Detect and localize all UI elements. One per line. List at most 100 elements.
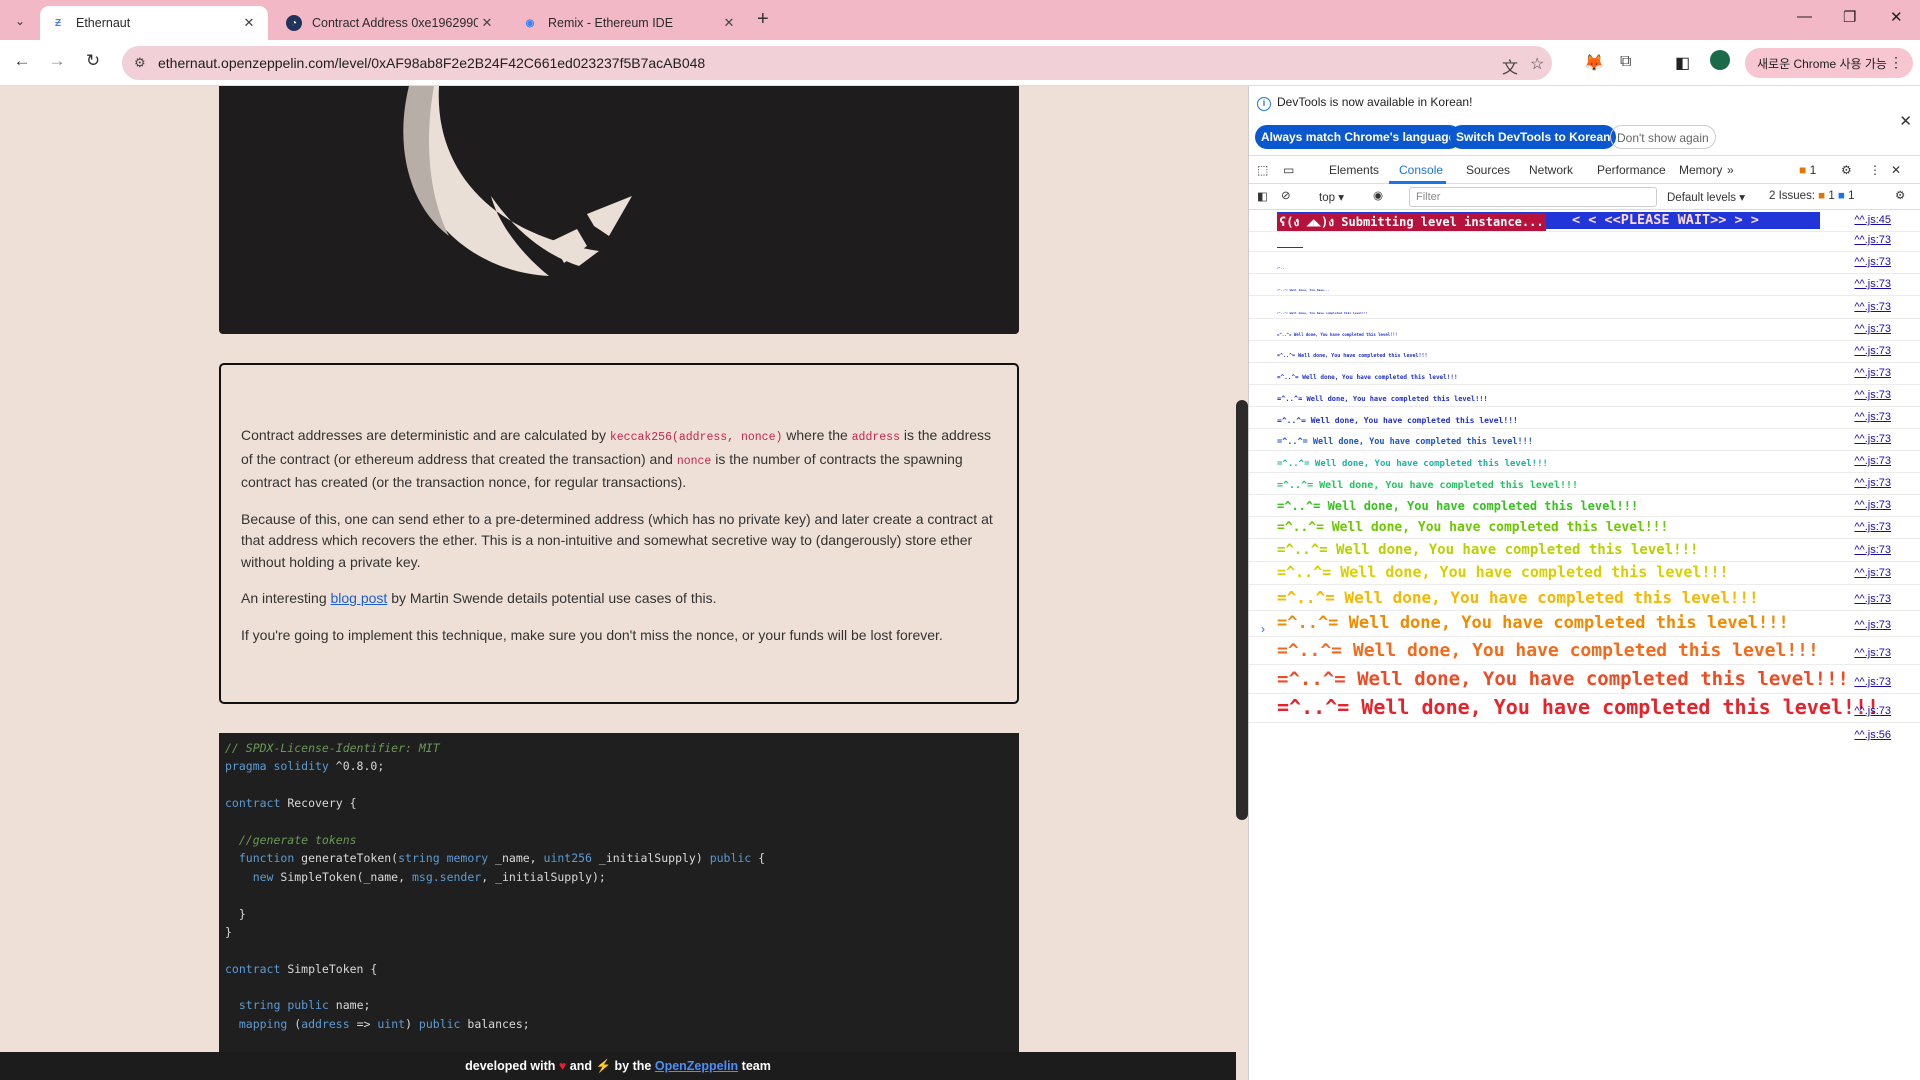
- source-link[interactable]: ^^.js:73: [1854, 301, 1891, 313]
- tab-console[interactable]: Console: [1399, 163, 1443, 177]
- source-link[interactable]: ^^.js:73: [1854, 256, 1891, 268]
- console-row: ^^.js:73: [1249, 232, 1920, 252]
- tab-memory[interactable]: Memory: [1679, 163, 1722, 177]
- close-tab-icon[interactable]: ✕: [240, 15, 258, 31]
- source-link[interactable]: ^^.js:73: [1854, 544, 1891, 556]
- page-scrollbar[interactable]: [1236, 400, 1248, 820]
- source-link[interactable]: ^^.js:73: [1854, 676, 1891, 688]
- more-tabs-icon[interactable]: »: [1727, 163, 1734, 177]
- warning-badge[interactable]: ■ 1: [1799, 163, 1816, 177]
- close-banner-icon[interactable]: ✕: [1899, 112, 1912, 130]
- live-expression-eye-icon[interactable]: ◉: [1373, 188, 1383, 202]
- please-wait-text: < < <<PLEASE WAIT>> > >: [1572, 212, 1759, 228]
- close-window-icon[interactable]: ✕: [1890, 8, 1903, 26]
- console-message: =^..^= Well done, You have completed thi…: [1277, 311, 1368, 315]
- site-info-icon[interactable]: ⚙: [134, 55, 146, 71]
- source-link[interactable]: ^^.js:73: [1854, 567, 1891, 579]
- device-toolbar-icon[interactable]: ▭: [1283, 163, 1294, 177]
- console-message: =^..^= Well done, You have completed thi…: [1277, 437, 1533, 447]
- tab-ethernaut[interactable]: Ƶ Ethernaut ✕: [40, 6, 268, 40]
- source-link[interactable]: ^^.js:73: [1854, 499, 1891, 511]
- source-link[interactable]: ^^.js:45: [1854, 214, 1891, 226]
- sidebar-toggle-icon[interactable]: ◧: [1257, 189, 1268, 203]
- back-arrow-icon[interactable]: ←: [10, 51, 34, 71]
- source-link[interactable]: ^^.js:73: [1854, 705, 1891, 717]
- console-settings-icon[interactable]: ⚙: [1895, 188, 1905, 202]
- source-link[interactable]: ^^.js:73: [1854, 521, 1891, 533]
- minimize-icon[interactable]: —: [1797, 8, 1812, 25]
- console-message: =^..^= Well done, You have completed thi…: [1277, 374, 1458, 381]
- source-link[interactable]: ^^.js:73: [1854, 234, 1891, 246]
- source-link[interactable]: ^^.js:73: [1854, 367, 1891, 379]
- metamask-icon[interactable]: 🦊: [1584, 53, 1604, 73]
- address-bar[interactable]: ⚙ ethernaut.openzeppelin.com/level/0xAF9…: [122, 46, 1552, 80]
- extensions-puzzle-icon[interactable]: ⧉: [1620, 53, 1631, 71]
- source-link[interactable]: ^^.js:73: [1854, 389, 1891, 401]
- tab-sources[interactable]: Sources: [1466, 163, 1510, 177]
- tab-performance[interactable]: Performance: [1597, 163, 1666, 177]
- settings-gear-icon[interactable]: ⚙: [1841, 163, 1852, 177]
- translate-icon[interactable]: 文: [1502, 54, 1518, 78]
- console-row: =^..^= Well done, You have completed thi…: [1249, 296, 1920, 319]
- lightning-icon: ⚡: [595, 1059, 612, 1073]
- code-line: contract SimpleToken {: [225, 961, 378, 976]
- dont-show-again-button[interactable]: Don't show again: [1610, 125, 1716, 149]
- close-devtools-icon[interactable]: ✕: [1891, 163, 1901, 177]
- blog-post-link[interactable]: blog post: [331, 590, 388, 606]
- openzeppelin-link[interactable]: OpenZeppelin: [655, 1059, 738, 1073]
- code-line: // SPDX-License-Identifier: MIT: [225, 741, 440, 755]
- kebab-menu-icon[interactable]: ⋮: [1889, 54, 1903, 71]
- close-tab-icon[interactable]: ✕: [720, 15, 738, 31]
- close-tab-icon[interactable]: ✕: [478, 15, 496, 31]
- source-link[interactable]: ^^.js:73: [1854, 455, 1891, 467]
- inspect-element-icon[interactable]: ⬚: [1257, 163, 1268, 177]
- tab-remix[interactable]: ◉ Remix - Ethereum IDE ✕: [512, 6, 748, 40]
- source-link[interactable]: ^^.js:73: [1854, 345, 1891, 357]
- source-link[interactable]: ^^.js:73: [1854, 619, 1891, 631]
- tab-title: Ethernaut: [76, 16, 131, 30]
- log-levels-select[interactable]: Default levels ▾: [1667, 190, 1745, 204]
- console-row-empty: ^^.js:56: [1249, 723, 1920, 747]
- console-message: =^..^= Well done, You have completed thi…: [1277, 588, 1759, 607]
- source-link[interactable]: ^^.js:73: [1854, 647, 1891, 659]
- console-filter-input[interactable]: Filter: [1409, 187, 1657, 207]
- tab-network[interactable]: Network: [1529, 163, 1573, 177]
- console-prompt-icon[interactable]: ›: [1261, 622, 1265, 636]
- forward-arrow-icon[interactable]: →: [45, 51, 69, 71]
- source-link[interactable]: ^^.js:73: [1854, 433, 1891, 445]
- console-message: =^..^= Well done, You have completed thi…: [1277, 613, 1789, 633]
- side-panel-icon[interactable]: ◧: [1675, 53, 1690, 73]
- source-link[interactable]: ^^.js:56: [1854, 729, 1891, 741]
- browser-toolbar: ← → ↻ ⚙ ethernaut.openzeppelin.com/level…: [0, 40, 1920, 86]
- bookmark-star-icon[interactable]: ☆: [1530, 54, 1544, 74]
- chrome-update-pill[interactable]: 새로운 Chrome 사용 가능 ⋮: [1745, 48, 1913, 78]
- source-link[interactable]: ^^.js:73: [1854, 323, 1891, 335]
- match-language-button[interactable]: Always match Chrome's language: [1255, 125, 1462, 149]
- chevron-down-icon: ⌄: [14, 14, 26, 28]
- clear-console-icon[interactable]: ⊘: [1281, 188, 1291, 202]
- tab-etherscan[interactable]: ◔ Contract Address 0xe1962990 ✕: [276, 6, 506, 40]
- console-row: =^..^= Well done, You have completed thi…: [1249, 341, 1920, 363]
- etherscan-favicon-icon: ◔: [286, 15, 302, 31]
- console-row: =^..^= Well done, You have... ^^.js:73: [1249, 274, 1920, 296]
- source-link[interactable]: ^^.js:73: [1854, 411, 1891, 423]
- reload-icon[interactable]: ↻: [81, 51, 105, 71]
- url-text[interactable]: ethernaut.openzeppelin.com/level/0xAF98a…: [158, 55, 705, 71]
- tab-search-button[interactable]: ⌄: [8, 9, 32, 33]
- source-link[interactable]: ^^.js:73: [1854, 593, 1891, 605]
- console-row: =^..^= Well done, You have completed thi…: [1249, 611, 1920, 637]
- remix-favicon-icon: ◉: [525, 17, 535, 29]
- console-message: =^..^= Well done, You have completed thi…: [1277, 668, 1849, 690]
- source-link[interactable]: ^^.js:73: [1854, 278, 1891, 290]
- new-tab-plus-icon[interactable]: +: [757, 8, 769, 31]
- footer-text: by the: [611, 1059, 655, 1073]
- source-link[interactable]: ^^.js:73: [1854, 477, 1891, 489]
- profile-avatar[interactable]: [1710, 50, 1730, 70]
- restore-icon[interactable]: ❐: [1843, 8, 1856, 26]
- devtools-menu-icon[interactable]: ⋮: [1869, 163, 1881, 177]
- issues-button[interactable]: 2 Issues: ■ 1 ■ 1: [1769, 190, 1855, 202]
- tab-elements[interactable]: Elements: [1329, 163, 1379, 177]
- switch-korean-button[interactable]: Switch DevTools to Korean: [1450, 125, 1617, 149]
- context-select[interactable]: top ▾: [1319, 190, 1344, 204]
